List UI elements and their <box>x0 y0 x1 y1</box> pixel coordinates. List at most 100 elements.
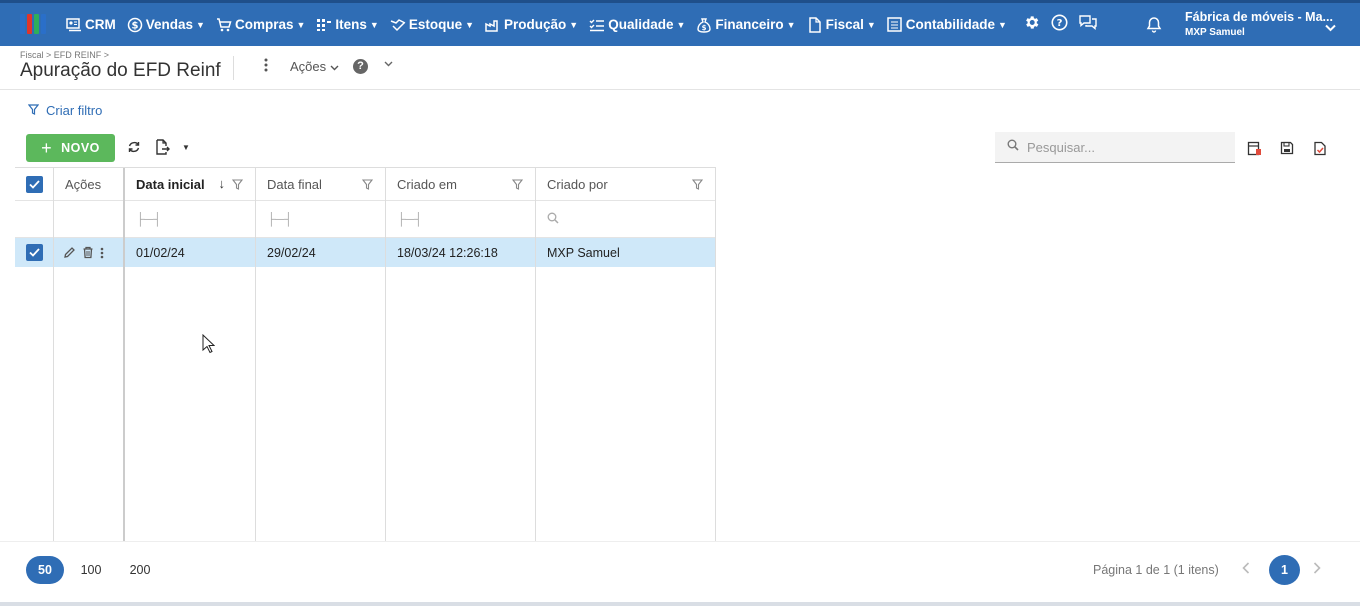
column-chooser-icon[interactable] <box>1247 141 1262 161</box>
chat-button[interactable] <box>1074 3 1102 46</box>
date-range-filter[interactable]: ├─┤ <box>125 201 255 238</box>
refresh-icon[interactable] <box>127 140 141 159</box>
create-filter-link[interactable]: Criar filtro <box>27 103 102 118</box>
company-selector[interactable]: Fábrica de móveis - Ma... MXP Samuel <box>1185 10 1333 38</box>
cell-data-inicial[interactable]: 01/02/24 <box>125 238 255 267</box>
grid-header-data-inicial[interactable]: Data inicial ↓ <box>125 168 255 201</box>
page-size-50[interactable]: 50 <box>26 556 64 584</box>
page-info: Página 1 de 1 (1 itens) <box>1093 563 1219 577</box>
chevron-down-icon[interactable] <box>1325 19 1336 37</box>
nav-item-producao[interactable]: Produção ▼ <box>485 3 578 46</box>
reset-layout-icon[interactable] <box>1313 141 1327 161</box>
caret-down-icon[interactable]: ▼ <box>182 143 190 152</box>
chevron-down-icon[interactable] <box>384 58 393 70</box>
column-data-inicial: Data inicial ↓ ├─┤ 01/02/24 <box>125 168 256 542</box>
nav-item-compras[interactable]: Compras ▼ <box>216 3 305 46</box>
column-header-label: Criado por <box>547 176 608 192</box>
select-all-checkbox[interactable] <box>25 175 43 193</box>
nav-item-financeiro[interactable]: $ Financeiro ▼ <box>696 3 796 46</box>
crm-icon <box>66 17 82 33</box>
stock-icon <box>390 17 406 33</box>
date-range-filter[interactable]: ├─┤ <box>256 201 385 238</box>
settings-button[interactable] <box>1018 3 1046 46</box>
range-icon: ├─┤ <box>267 212 293 226</box>
page-header: Fiscal > EFD REINF > Apuração do EFD Rei… <box>0 46 1360 90</box>
cell-criado-em[interactable]: 18/03/24 12:26:18 <box>386 238 535 267</box>
nav-item-crm[interactable]: CRM <box>66 3 116 46</box>
page-size-100[interactable]: 100 <box>73 556 109 584</box>
grid-header-criado-por[interactable]: Criado por <box>536 168 715 201</box>
column-data-final: Data final ├─┤ 29/02/24 <box>256 168 386 542</box>
nav-item-label: Contabilidade <box>905 17 996 32</box>
text-filter-cell[interactable] <box>536 201 715 238</box>
chevron-left-icon[interactable] <box>1242 561 1250 577</box>
grid-header-data-final[interactable]: Data final <box>256 168 385 201</box>
filter-cell-empty <box>15 201 53 238</box>
more-vertical-icon[interactable] <box>100 247 104 259</box>
nav-item-itens[interactable]: Itens ▼ <box>316 3 379 46</box>
nav-item-label: Itens <box>335 17 367 32</box>
mouse-cursor-icon <box>202 333 216 359</box>
chevron-right-icon[interactable] <box>1313 561 1321 577</box>
company-name: Fábrica de móveis - Ma... <box>1185 10 1333 24</box>
chevron-down-icon <box>330 59 339 74</box>
nav-item-qualidade[interactable]: Qualidade ▼ <box>589 3 685 46</box>
grid-header-acoes: Ações <box>54 168 123 201</box>
trash-icon[interactable] <box>82 246 94 259</box>
row-checkbox[interactable] <box>25 244 43 261</box>
actions-menu-label: Ações <box>290 59 327 74</box>
help-circle-icon[interactable]: ? <box>353 59 368 74</box>
nav-item-label: Compras <box>234 17 294 32</box>
nav-item-label: CRM <box>85 17 116 32</box>
column-filter-icon[interactable] <box>511 178 524 193</box>
column-filter-icon[interactable] <box>691 178 704 193</box>
more-vertical-icon[interactable] <box>264 58 268 77</box>
cell-criado-por[interactable]: MXP Samuel <box>536 238 715 267</box>
app-logo[interactable] <box>20 14 46 34</box>
grid-header-criado-em[interactable]: Criado em <box>386 168 535 201</box>
svg-text:?: ? <box>1057 18 1063 29</box>
sort-descending-icon[interactable]: ↓ <box>219 176 226 191</box>
document-icon <box>807 16 823 33</box>
items-grid-icon <box>316 17 332 33</box>
nav-item-contabilidade[interactable]: Contabilidade ▼ <box>887 3 1007 46</box>
main-menu: CRM $ Vendas ▼ Compras ▼ Itens ▼ Estoque ▼ P… <box>66 3 1102 46</box>
search-icon <box>547 212 559 227</box>
cell-data-final[interactable]: 29/02/24 <box>256 238 385 267</box>
plus-icon: + <box>41 138 53 158</box>
export-icon[interactable] <box>155 139 171 160</box>
nav-item-label: Produção <box>504 17 567 32</box>
ledger-icon <box>887 17 903 33</box>
nav-item-label: Estoque <box>408 17 463 32</box>
actions-column: Ações <box>54 168 125 542</box>
date-range-filter[interactable]: ├─┤ <box>386 201 535 238</box>
column-criado-por: Criado por MXP Samuel <box>536 168 716 542</box>
new-button-label: NOVO <box>61 141 100 155</box>
grid-header-select <box>15 168 53 201</box>
page-number-current[interactable]: 1 <box>1269 555 1300 585</box>
page-size-200[interactable]: 200 <box>122 556 158 584</box>
column-filter-icon[interactable] <box>361 178 374 193</box>
edit-pencil-icon[interactable] <box>63 246 76 259</box>
nav-item-fiscal[interactable]: Fiscal ▼ <box>807 3 876 46</box>
nav-item-vendas[interactable]: $ Vendas ▼ <box>127 3 205 46</box>
actions-menu[interactable]: Ações <box>290 59 339 74</box>
help-button[interactable]: ? <box>1046 3 1074 46</box>
search-box <box>995 132 1235 163</box>
range-icon: ├─┤ <box>397 212 423 226</box>
column-criado-em: Criado em ├─┤ 18/03/24 12:26:18 <box>386 168 536 542</box>
nav-item-label: Vendas <box>145 17 194 32</box>
column-filter-icon[interactable] <box>231 178 244 193</box>
nav-item-estoque[interactable]: Estoque ▼ <box>390 3 474 46</box>
breadcrumb[interactable]: Fiscal > EFD REINF > <box>20 50 109 60</box>
bell-icon[interactable] <box>1146 16 1162 38</box>
new-button[interactable]: + NOVO <box>26 134 115 162</box>
svg-text:$: $ <box>131 20 138 31</box>
nav-item-label: Qualidade <box>608 17 674 32</box>
row-select-cell <box>15 238 53 267</box>
chat-bubbles-icon <box>1078 14 1098 35</box>
page-title: Apuração do EFD Reinf <box>20 60 221 81</box>
select-column <box>15 168 54 542</box>
search-input[interactable] <box>1027 139 1217 155</box>
save-layout-icon[interactable] <box>1280 141 1294 160</box>
